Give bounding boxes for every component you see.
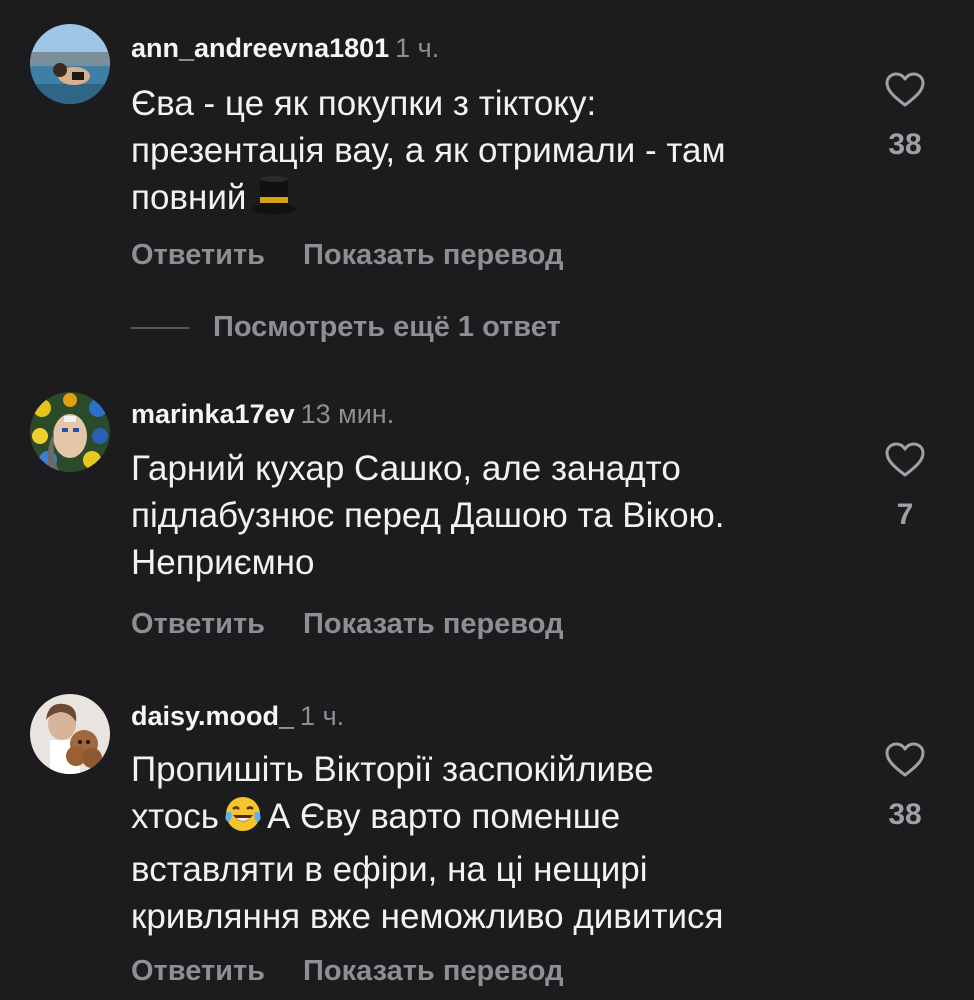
like-button[interactable]: 38 <box>880 72 930 162</box>
comment-actions: Ответить Показать перевод <box>131 238 564 272</box>
top-hat-emoji <box>250 175 298 227</box>
heart-icon[interactable] <box>885 742 925 778</box>
like-count: 38 <box>888 128 922 161</box>
comment-text-line: Неприємно <box>131 543 315 582</box>
comment-text: Єва - це як покупки з тіктоку: презентац… <box>131 80 851 227</box>
like-count: 38 <box>888 798 922 831</box>
comment-actions: Ответить Показать перевод <box>131 607 564 641</box>
show-translation-button[interactable]: Показать перевод <box>303 238 563 272</box>
comment-text-line: Пропишіть Вікторії заспокійливе <box>131 750 654 789</box>
comment-header: daisy.mood_ 1 ч. <box>131 700 344 732</box>
like-button[interactable]: 7 <box>880 442 930 532</box>
laughing-tears-emoji <box>223 794 263 846</box>
reply-button[interactable]: Ответить <box>131 954 265 988</box>
comment-header: ann_andreevna1801 1 ч. <box>131 32 439 64</box>
like-count: 7 <box>896 498 914 531</box>
timestamp: 13 мин. <box>300 399 395 429</box>
timestamp: 1 ч. <box>395 33 440 63</box>
like-button[interactable]: 38 <box>880 742 930 832</box>
comment-text: Гарний кухар Сашко, але занадто підлабуз… <box>131 445 851 586</box>
show-translation-button[interactable]: Показать перевод <box>303 607 563 641</box>
avatar[interactable] <box>30 694 110 774</box>
heart-icon[interactable] <box>885 442 925 478</box>
comment-text-line: Гарний кухар Сашко, але занадто <box>131 449 681 488</box>
comment-header: marinka17ev 13 мин. <box>131 398 394 430</box>
reply-button[interactable]: Ответить <box>131 607 265 641</box>
show-translation-button[interactable]: Показать перевод <box>303 954 563 988</box>
comment-text-line: презентація вау, а як отримали - там <box>131 131 726 170</box>
comment-text-line: хтось <box>131 797 219 836</box>
replies-divider <box>131 327 189 329</box>
username[interactable]: marinka17ev <box>131 399 295 429</box>
comment-text-line: кривляння вже неможливо дивитися <box>131 897 724 936</box>
avatar[interactable] <box>30 392 110 472</box>
reply-button[interactable]: Ответить <box>131 238 265 272</box>
username[interactable]: daisy.mood_ <box>131 701 294 731</box>
timestamp: 1 ч. <box>300 701 345 731</box>
avatar[interactable] <box>30 24 110 104</box>
view-more-replies-label[interactable]: Посмотреть ещё 1 ответ <box>213 310 561 344</box>
comment-text: Пропишіть Вікторії заспокійливе хтось А Є… <box>131 746 851 940</box>
comment-text-line: Єва - це як покупки з тіктоку: <box>131 84 597 123</box>
comment-text-line: підлабузнює перед Дашою та Вікою. <box>131 496 725 535</box>
comment-text-line: вставляти в ефіри, на ці нещирі <box>131 850 648 889</box>
username[interactable]: ann_andreevna1801 <box>131 33 389 63</box>
heart-icon[interactable] <box>885 72 925 108</box>
comment-text-line: А Єву варто поменше <box>266 797 621 836</box>
comment-text-line: повний <box>131 178 247 217</box>
comment-actions: Ответить Показать перевод <box>131 954 564 988</box>
